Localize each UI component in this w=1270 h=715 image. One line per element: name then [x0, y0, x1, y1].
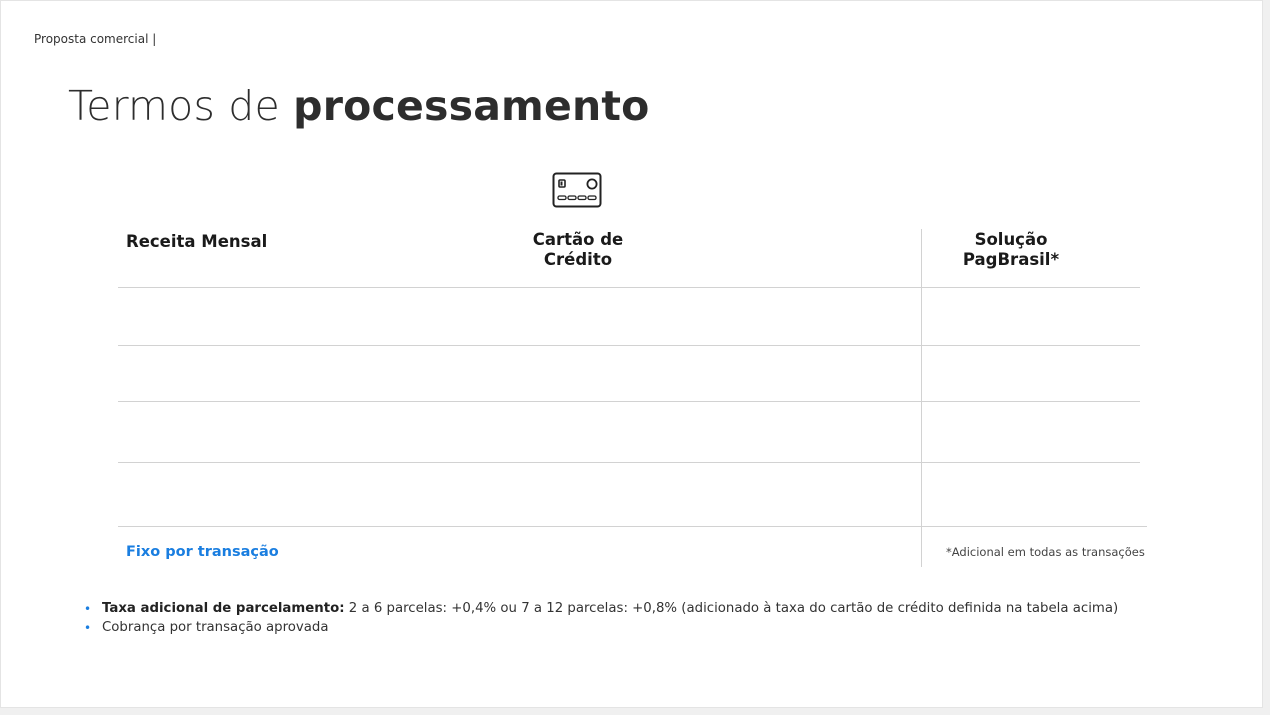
header-label: Proposta comercial | [34, 32, 157, 46]
fixo-por-transacao-label: Fixo por transação [126, 544, 279, 560]
page-title: Termos de processamento [68, 80, 650, 132]
column-header-cartao-line2: Crédito [543, 250, 613, 269]
slide-shadow-right [1263, 0, 1270, 715]
table-row-divider [118, 462, 1140, 463]
bullet-icon: • [84, 602, 92, 616]
table-column-divider [921, 229, 922, 567]
list-item: • Taxa adicional de parcelamento: 2 a 6 p… [84, 600, 1118, 619]
list-item: • Cobrança por transação aprovada [84, 619, 1118, 638]
page-title-bold: processamento [293, 82, 650, 130]
column-header-solucao: Solução PagBrasil* [931, 230, 1091, 270]
column-header-cartao: Cartão de Crédito [478, 230, 678, 270]
credit-card-icon [552, 172, 602, 208]
note-strong: Taxa adicional de parcelamento: [102, 601, 345, 616]
footnote: *Adicional em todas as transações [946, 545, 1145, 559]
slide-shadow-bottom [0, 708, 1270, 715]
table-row-divider [118, 401, 1140, 402]
notes-list: • Taxa adicional de parcelamento: 2 a 6 p… [84, 600, 1118, 637]
table-row-divider [118, 287, 1140, 288]
note-text: Cobrança por transação aprovada [102, 619, 329, 635]
table-row-divider [118, 345, 1140, 346]
note-text: 2 a 6 parcelas: +0,4% ou 7 a 12 parcelas… [344, 601, 1119, 616]
column-header-solucao-line2: PagBrasil* [962, 250, 1060, 269]
page-title-light: Termos de [68, 82, 294, 130]
table-row-divider [118, 526, 1147, 527]
bullet-icon: • [84, 620, 92, 635]
column-header-solucao-line1: Solução [974, 230, 1048, 249]
column-header-cartao-line1: Cartão de [532, 230, 624, 249]
column-header-receita: Receita Mensal [126, 232, 268, 251]
page: Proposta comercial | Termos de processam… [0, 0, 1270, 715]
